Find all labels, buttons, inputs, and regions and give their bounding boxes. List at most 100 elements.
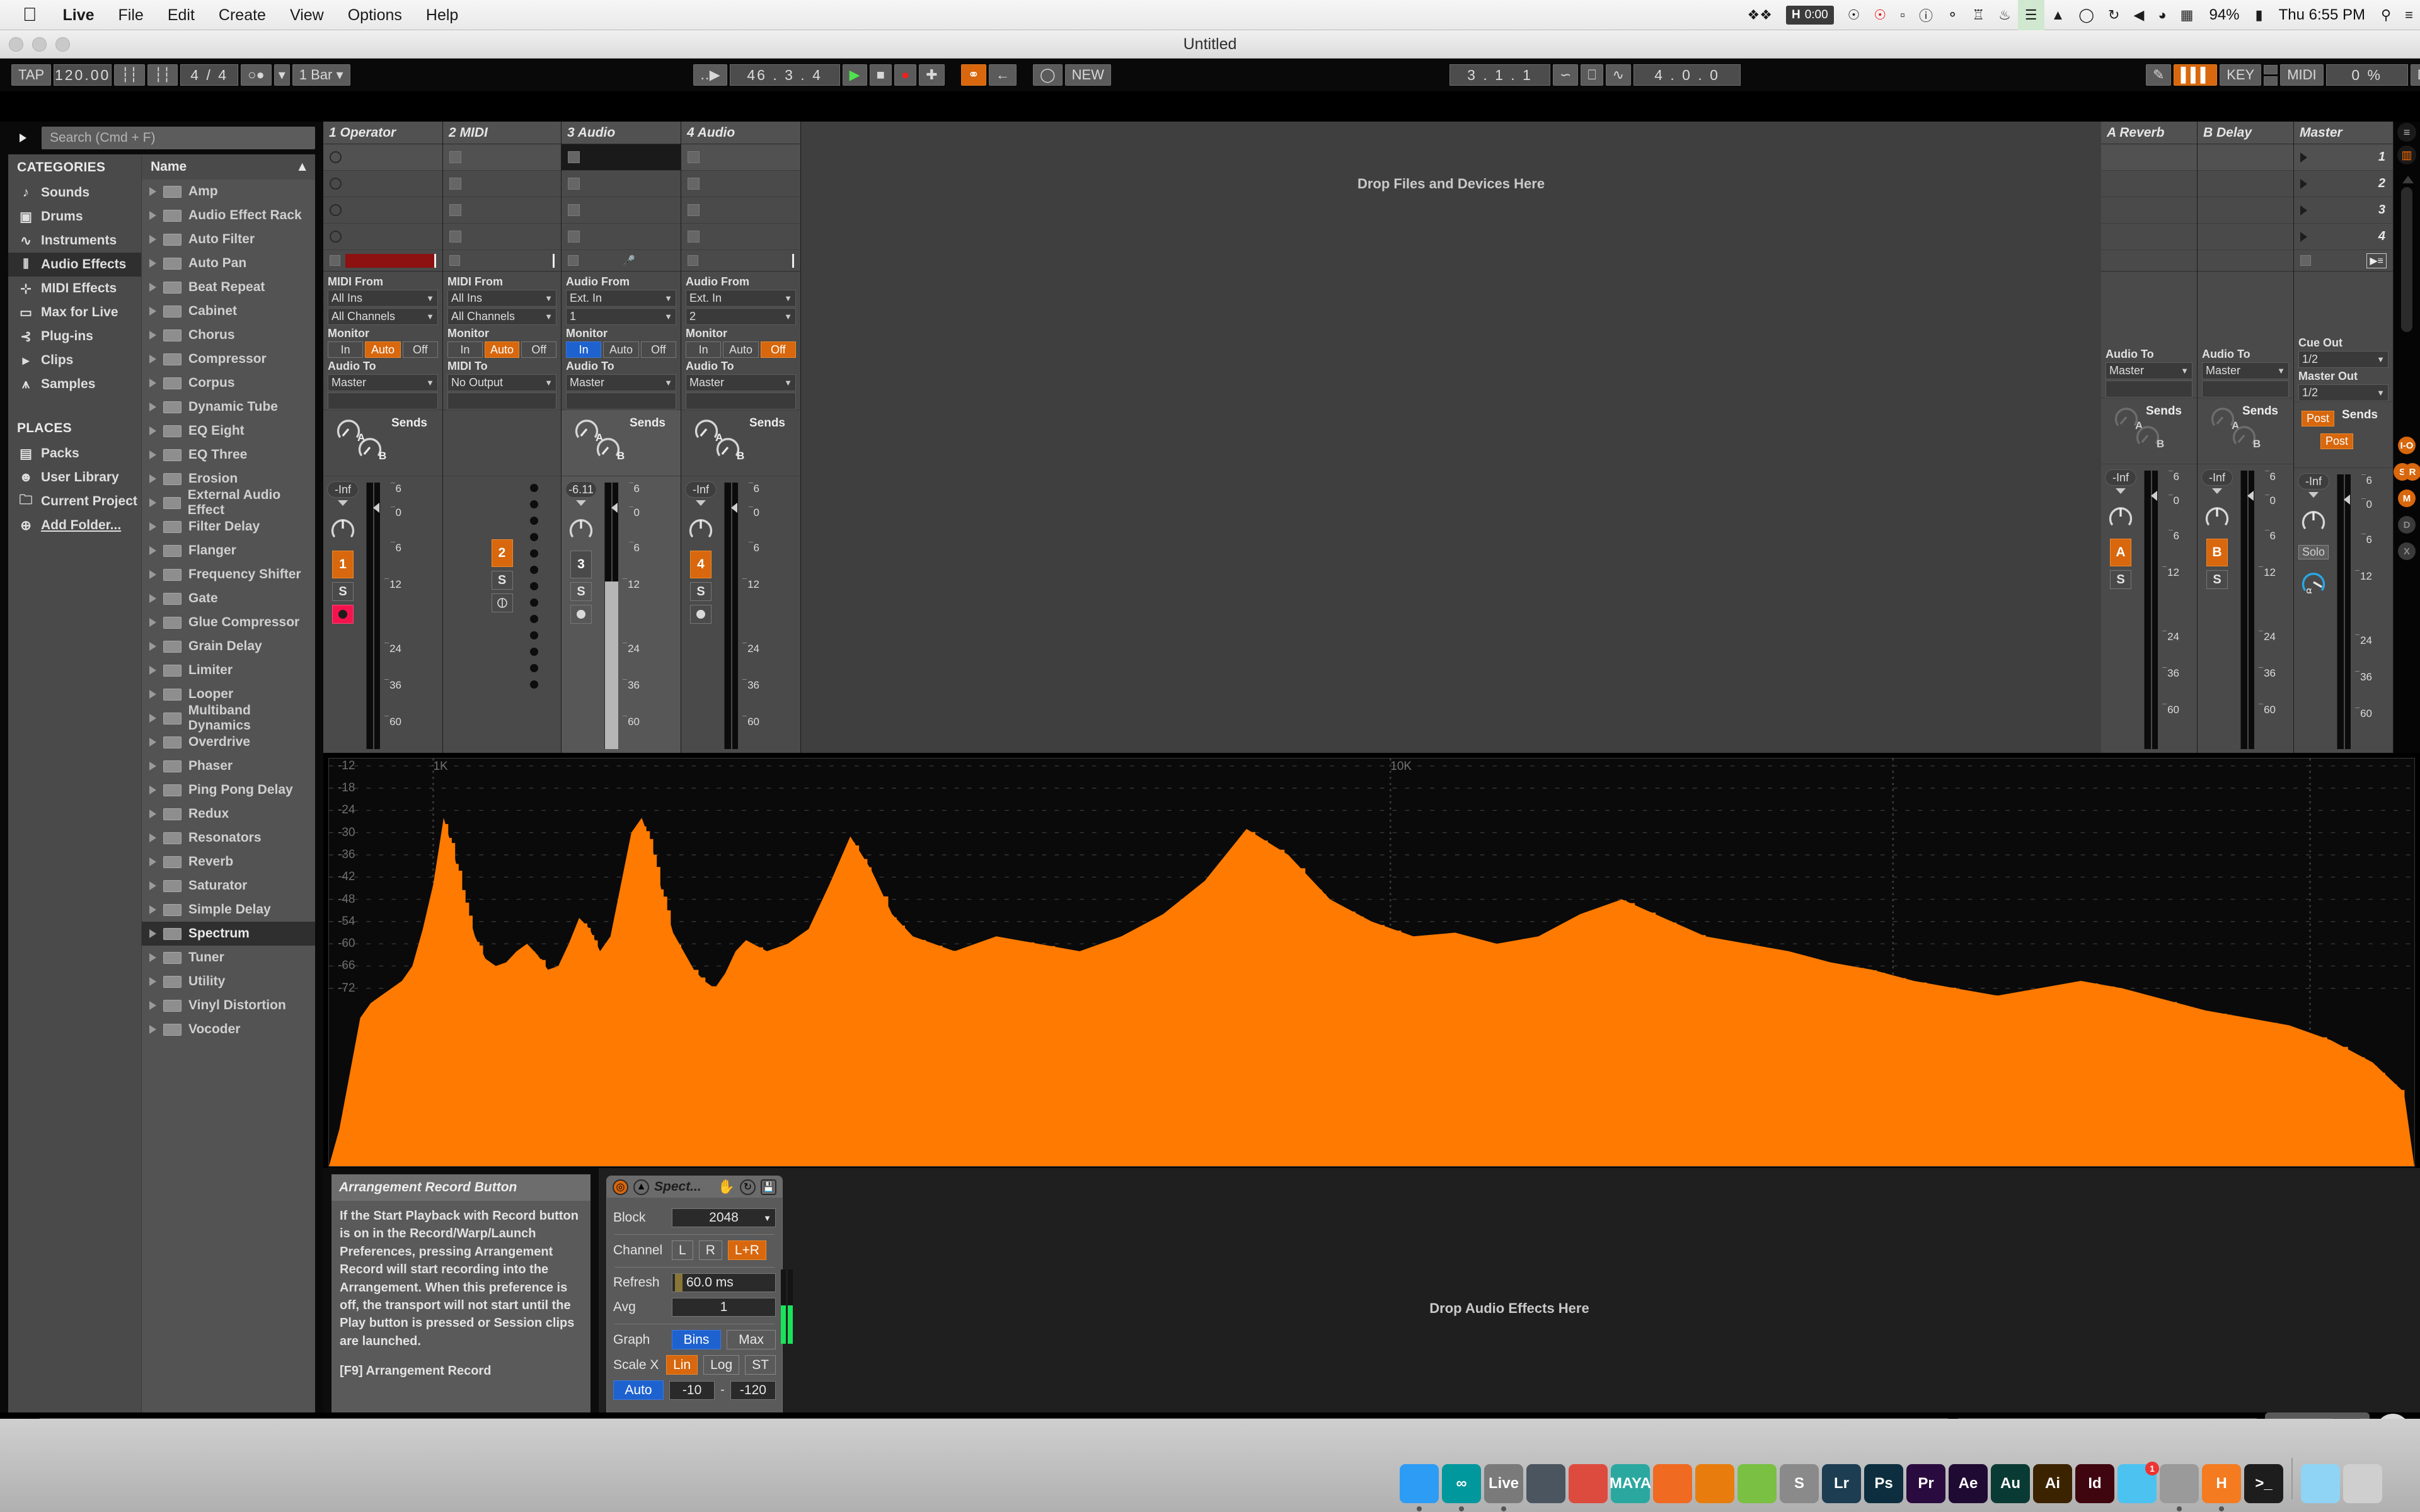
scene-launch-icon[interactable] — [2300, 232, 2307, 242]
volume-value[interactable]: -6.11 — [565, 481, 597, 498]
target-icon[interactable]: ☉ — [1867, 0, 1893, 30]
record-icon[interactable]: ● — [894, 64, 916, 86]
name-column-header[interactable]: Name ▲ — [142, 154, 315, 180]
dropbox-icon[interactable]: ❖❖ — [1741, 0, 1779, 30]
scene-slot[interactable]: 1 — [2294, 144, 2393, 171]
midi-map-button[interactable]: MIDI — [2280, 64, 2323, 86]
solo-button[interactable]: S — [570, 582, 592, 601]
sidebar-item-samples[interactable]: ⩚Samples — [8, 372, 141, 396]
dock-item-premiere[interactable]: Pr — [1906, 1464, 1945, 1503]
device-list-item[interactable]: Ping Pong Delay — [142, 778, 315, 802]
expand-triangle-icon[interactable] — [149, 427, 156, 435]
device-list-item[interactable]: Compressor — [142, 347, 315, 371]
clip-slot[interactable] — [443, 197, 561, 224]
arm-record-button[interactable] — [690, 605, 712, 624]
play-icon[interactable]: ▶ — [843, 64, 867, 86]
output-channel-selector[interactable] — [566, 392, 676, 410]
places-item-current-project[interactable]: 🗀Current Project — [8, 490, 141, 513]
expand-triangle-icon[interactable] — [149, 379, 156, 387]
range-high-value[interactable]: -10 — [669, 1381, 715, 1400]
expand-triangle-icon[interactable] — [149, 570, 156, 579]
expand-triangle-icon[interactable] — [149, 474, 156, 483]
input-channel-selector[interactable]: All Channels▼ — [447, 308, 556, 325]
stop-icon[interactable]: ■ — [870, 64, 892, 86]
clip-slot[interactable] — [681, 171, 800, 197]
send-b-knob[interactable]: B — [594, 433, 622, 464]
clip-slot[interactable] — [443, 144, 561, 171]
expand-triangle-icon[interactable] — [149, 235, 156, 244]
dock-item-illustrator[interactable]: Ai — [2033, 1464, 2072, 1503]
expand-triangle-icon[interactable] — [149, 714, 156, 723]
track-name[interactable]: 1 Operator — [323, 122, 442, 144]
device-list-item[interactable]: Spectrum — [142, 922, 315, 946]
input-selector[interactable]: All Ins▼ — [447, 290, 556, 307]
volume-icon[interactable]: ◀ — [2126, 0, 2151, 30]
clip-slot[interactable] — [323, 197, 442, 224]
monitor-off-button[interactable]: Off — [521, 341, 556, 358]
dock-item-chrome[interactable] — [1569, 1464, 1608, 1503]
menu-help[interactable]: Help — [414, 0, 470, 30]
device-list-item[interactable]: Gate — [142, 587, 315, 610]
clip-slot[interactable] — [562, 197, 681, 224]
sidebar-item-drums[interactable]: ▣Drums — [8, 205, 141, 229]
monitor-in-button[interactable]: In — [447, 341, 483, 358]
input-selector[interactable]: Ext. In▼ — [686, 290, 796, 307]
device-list-item[interactable]: Frequency Shifter — [142, 563, 315, 587]
return-activator[interactable]: A — [2110, 539, 2131, 566]
dock-item-system-preferences[interactable] — [2160, 1464, 2199, 1503]
expand-triangle-icon[interactable] — [149, 187, 156, 196]
dock-item-downloads-folder[interactable] — [2301, 1464, 2340, 1503]
device-list-item[interactable]: EQ Eight — [142, 419, 315, 443]
master-track[interactable]: Master1234 ▶≡ Cue Out 1/2▼ Master Out 1/… — [2294, 122, 2394, 753]
clip-launch-button[interactable] — [449, 178, 461, 190]
track-stop-row[interactable] — [323, 250, 442, 272]
creative-cloud-icon[interactable]: ☉ — [1841, 0, 1867, 30]
stop-clip-button[interactable] — [688, 255, 698, 266]
message-icon[interactable]: ◯ — [2071, 0, 2101, 30]
drop-files-area[interactable]: Drop Files and Devices Here — [801, 122, 2101, 753]
dock-item-scanner[interactable]: S — [1780, 1464, 1819, 1503]
expand-triangle-icon[interactable] — [149, 355, 156, 364]
arm-record-button[interactable] — [492, 593, 513, 612]
scale-x-option-lin[interactable]: Lin — [666, 1355, 698, 1375]
loop-switch-icon[interactable]: ⎕ — [1581, 64, 1603, 86]
return-track-strip[interactable]: B Delay Audio To Master▼ Sends A B -Inf … — [2198, 122, 2294, 753]
refresh-value[interactable]: 60.0 ms — [672, 1273, 776, 1292]
clip-launch-button[interactable] — [330, 178, 342, 190]
expand-triangle-icon[interactable] — [149, 403, 156, 411]
stop-all-clips-button[interactable] — [2300, 255, 2311, 266]
sidebar-item-midi-effects[interactable]: ⊹MIDI Effects — [8, 277, 141, 301]
monitor-auto-button[interactable]: Auto — [365, 341, 400, 358]
device-list-item[interactable]: Flanger — [142, 539, 315, 563]
track-stop-row[interactable] — [681, 250, 800, 272]
device-list-item[interactable]: Redux — [142, 802, 315, 826]
send-a-mode-button[interactable]: Post — [2302, 411, 2334, 427]
volume-value[interactable]: -Inf — [685, 481, 717, 498]
device-list-item[interactable]: Glue Compressor — [142, 610, 315, 634]
sort-ascending-icon[interactable]: ▲ — [296, 159, 309, 175]
track-activator[interactable]: 4 — [690, 551, 712, 578]
input-selector[interactable]: Ext. In▼ — [566, 290, 676, 307]
scene-launch-icon[interactable] — [2300, 179, 2307, 189]
piano-keys-icon[interactable]: ▌▌▌ — [2174, 64, 2217, 86]
solo-button[interactable]: S — [2206, 570, 2228, 589]
expand-triangle-icon[interactable] — [149, 666, 156, 675]
expand-triangle-icon[interactable] — [149, 546, 156, 555]
dock-item-messages[interactable]: 1 — [2118, 1464, 2157, 1503]
scene-launch-icon[interactable] — [2300, 152, 2307, 163]
apple-logo-icon[interactable]:  — [0, 1, 51, 29]
volume-value[interactable]: -Inf — [327, 481, 359, 498]
device-list-item[interactable]: Reverb — [142, 850, 315, 874]
device-list-item[interactable]: Corpus — [142, 371, 315, 395]
device-list-item[interactable]: Phaser — [142, 754, 315, 778]
solo-button[interactable]: S — [332, 582, 354, 601]
session-record-icon[interactable]: ◯ — [1033, 64, 1063, 86]
knob-icon[interactable] — [329, 515, 357, 542]
clip-slot[interactable] — [681, 197, 800, 224]
dock-item-cinema4d[interactable] — [1653, 1464, 1692, 1503]
send-b-mode-button[interactable]: Post — [2320, 433, 2353, 449]
timemachine-icon[interactable]: ↻ — [2101, 0, 2126, 30]
wifi-icon[interactable]: ◕ — [2151, 0, 2173, 30]
master-solo-button[interactable]: Solo — [2298, 545, 2329, 559]
dock-item-finder[interactable] — [1400, 1464, 1439, 1503]
